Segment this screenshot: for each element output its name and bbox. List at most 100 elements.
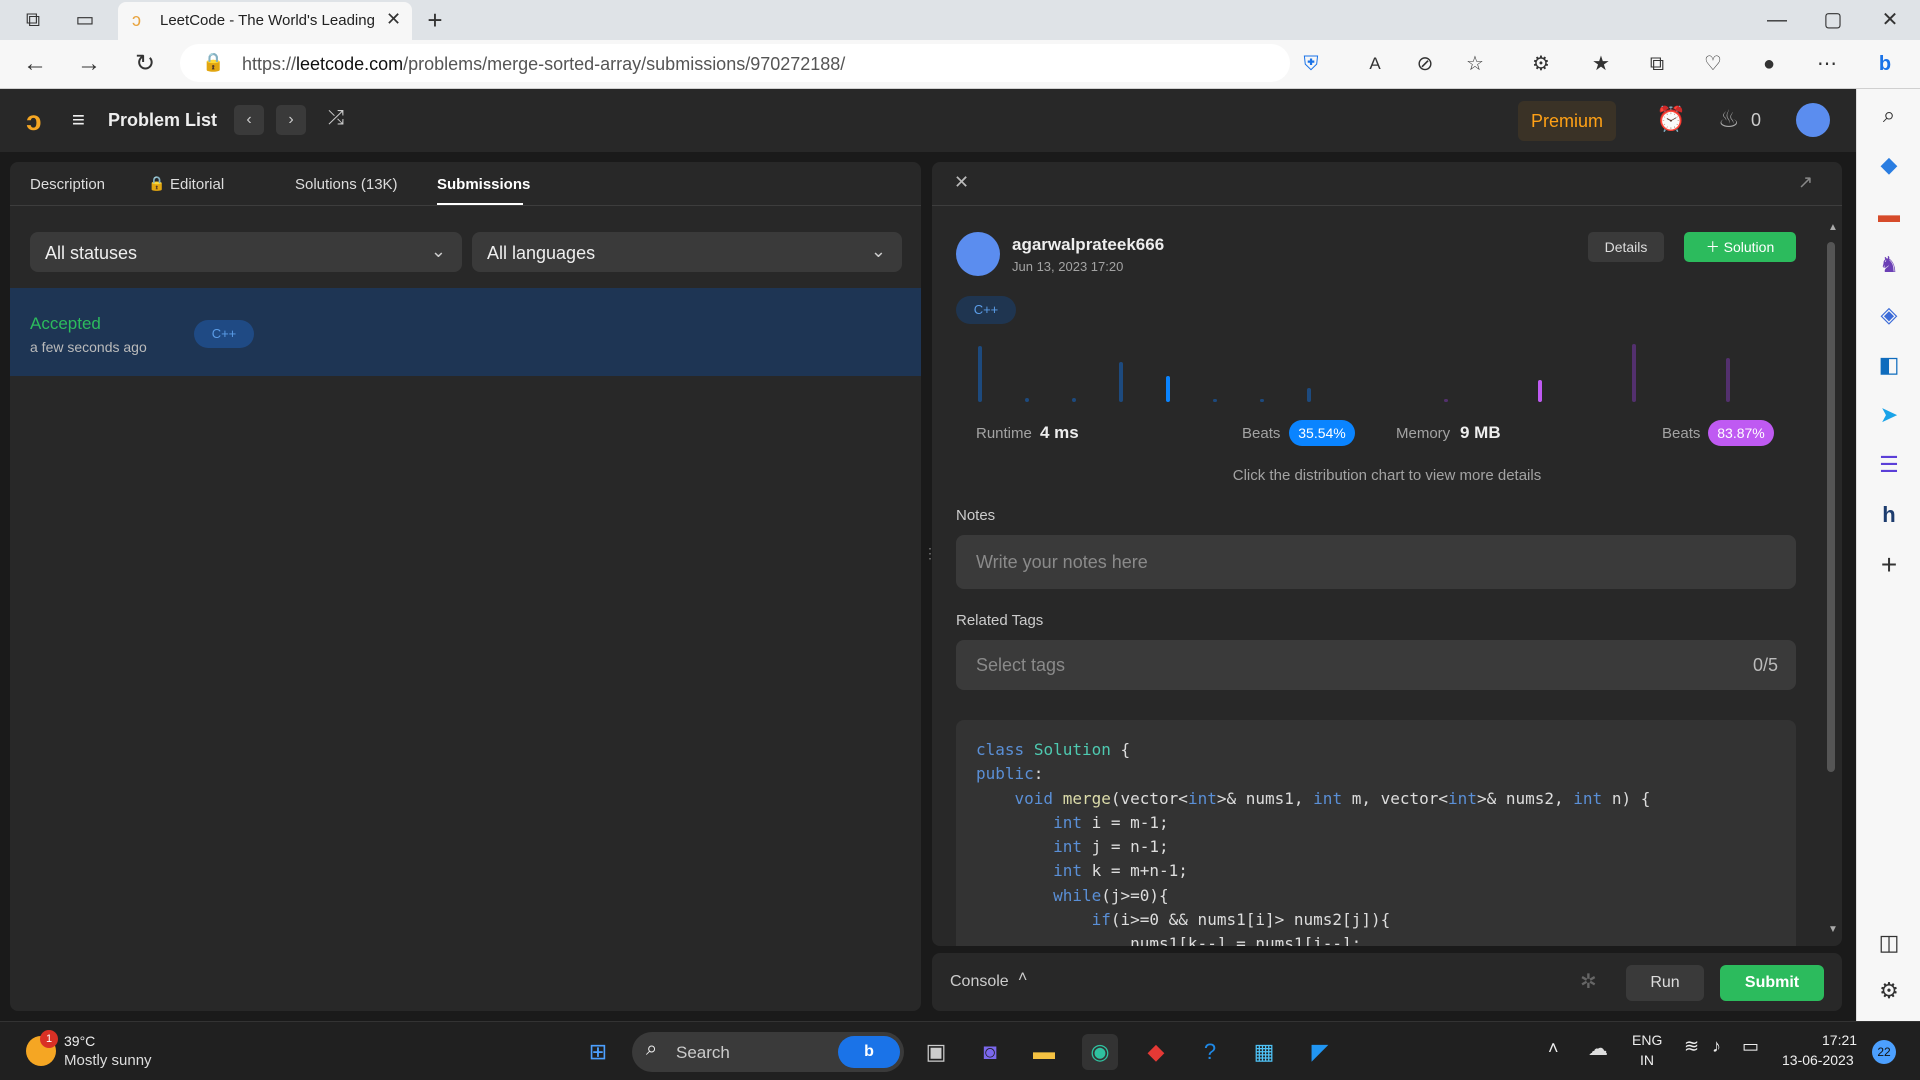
status-filter-dropdown[interactable]: All statuses ⌄ bbox=[30, 232, 462, 272]
minimize-icon[interactable]: — bbox=[1762, 5, 1792, 35]
read-aloud-icon[interactable]: A bbox=[1360, 49, 1390, 79]
extensions-icon[interactable]: ⚙ bbox=[1526, 49, 1556, 79]
submission-status[interactable]: Accepted bbox=[30, 314, 101, 334]
memory-value: 9 MB bbox=[1460, 423, 1501, 442]
scroll-down-icon[interactable]: ▼ bbox=[1828, 924, 1838, 935]
url-field[interactable]: 🔒 https://leetcode.com/problems/merge-so… bbox=[180, 44, 1290, 82]
windows-start-icon[interactable]: ⊞ bbox=[580, 1034, 616, 1070]
extension-block-icon[interactable]: ⊘ bbox=[1410, 49, 1440, 79]
scrollbar-thumb[interactable] bbox=[1827, 242, 1835, 772]
back-icon[interactable]: ← bbox=[20, 49, 50, 79]
language-top[interactable]: ENG bbox=[1632, 1032, 1662, 1048]
battery-icon[interactable]: ▭ bbox=[1742, 1036, 1759, 1057]
weather-desc[interactable]: Mostly sunny bbox=[64, 1052, 152, 1069]
clock-date[interactable]: 13-06-2023 bbox=[1782, 1052, 1854, 1068]
active-browser-tab[interactable]: ↄ LeetCode - The World's Leading ✕ bbox=[118, 2, 412, 40]
profile-icon[interactable]: ● bbox=[1754, 49, 1784, 79]
tags-select[interactable]: Select tags 0/5 bbox=[956, 640, 1796, 690]
alarm-clock-icon[interactable]: ⏰ bbox=[1656, 105, 1686, 134]
wifi-icon[interactable]: ≋ bbox=[1684, 1036, 1699, 1057]
open-external-icon[interactable]: ↗ bbox=[1798, 172, 1813, 193]
streak-fire-icon[interactable]: ♨ bbox=[1718, 105, 1740, 134]
help-icon[interactable]: ? bbox=[1192, 1034, 1228, 1070]
runtime-label: Runtime bbox=[976, 425, 1032, 442]
scrollbar[interactable]: ▲ ▼ bbox=[1826, 212, 1838, 942]
tab-description[interactable]: Description bbox=[30, 176, 105, 193]
send-icon[interactable]: ➤ bbox=[1871, 397, 1907, 433]
code-block[interactable]: class Solution { public: void merge(vect… bbox=[956, 720, 1796, 946]
tab-actions-icon[interactable]: ▭ bbox=[70, 5, 100, 35]
browser-essentials-icon[interactable]: ♡ bbox=[1698, 49, 1728, 79]
shuffle-icon[interactable]: ⤮ bbox=[328, 107, 344, 130]
tab-solutions[interactable]: Solutions (13K) bbox=[295, 176, 398, 193]
language-filter-dropdown[interactable]: All languages ⌄ bbox=[472, 232, 902, 272]
prev-problem-button[interactable]: ‹ bbox=[234, 105, 264, 135]
bing-icon[interactable]: b bbox=[838, 1036, 900, 1068]
problem-list-link[interactable]: Problem List bbox=[108, 110, 217, 131]
chevron-up-icon[interactable]: ˄ bbox=[1548, 1038, 1559, 1059]
lock-icon: 🔒 bbox=[148, 175, 166, 191]
clock-time[interactable]: 17:21 bbox=[1822, 1032, 1857, 1048]
task-view-icon[interactable]: ▣ bbox=[918, 1034, 954, 1070]
user-avatar[interactable] bbox=[956, 232, 1000, 276]
details-button[interactable]: Details bbox=[1588, 232, 1664, 262]
premium-button[interactable]: Premium bbox=[1518, 101, 1616, 141]
office-icon[interactable]: ◈ bbox=[1871, 297, 1907, 333]
games-icon[interactable]: ♞ bbox=[1871, 247, 1907, 283]
onedrive-cloud-icon[interactable]: ☁ bbox=[1588, 1036, 1608, 1061]
chevron-up-icon[interactable]: ˄ bbox=[1018, 969, 1027, 987]
console-toggle[interactable]: Console bbox=[950, 973, 1009, 991]
vscode-icon[interactable]: ◤ bbox=[1302, 1034, 1338, 1070]
notes-input[interactable]: Write your notes here bbox=[956, 535, 1796, 589]
bing-copilot-icon[interactable]: b bbox=[1870, 49, 1900, 79]
notification-badge[interactable]: 22 bbox=[1872, 1040, 1896, 1064]
add-sidebar-app-icon[interactable]: + bbox=[1871, 547, 1907, 583]
edge-browser-icon[interactable]: ◉ bbox=[1082, 1034, 1118, 1070]
runtime-distribution-chart[interactable] bbox=[968, 344, 1348, 402]
tools-icon[interactable]: ▬ bbox=[1871, 197, 1907, 233]
debug-icon[interactable]: ✲ bbox=[1580, 969, 1597, 994]
weather-temp[interactable]: 39°C bbox=[64, 1033, 95, 1049]
h-app-icon[interactable]: h bbox=[1871, 497, 1907, 533]
next-problem-button[interactable]: › bbox=[276, 105, 306, 135]
language-bottom[interactable]: IN bbox=[1640, 1052, 1654, 1068]
tab-submissions[interactable]: Submissions bbox=[437, 176, 530, 193]
close-tab-icon[interactable]: ✕ bbox=[386, 9, 401, 30]
settings-gear-icon[interactable]: ⚙ bbox=[1871, 973, 1907, 1009]
submission-row[interactable]: Accepted a few seconds ago C++ bbox=[10, 288, 921, 376]
list-app-icon[interactable]: ☰ bbox=[1871, 447, 1907, 483]
sidebar-toggle-icon[interactable]: ◫ bbox=[1871, 925, 1907, 961]
run-button[interactable]: Run bbox=[1626, 965, 1704, 1001]
submission-username[interactable]: agarwalprateek666 bbox=[1012, 235, 1164, 255]
avatar[interactable] bbox=[1796, 103, 1830, 137]
store-icon[interactable]: ▦ bbox=[1246, 1034, 1282, 1070]
collections-icon[interactable]: ⧉ bbox=[1642, 49, 1672, 79]
scroll-up-icon[interactable]: ▲ bbox=[1828, 222, 1838, 233]
file-explorer-icon[interactable]: ▬ bbox=[1026, 1034, 1062, 1070]
close-window-icon[interactable]: ✕ bbox=[1875, 5, 1905, 35]
detail-topbar: ✕ ↗ bbox=[932, 162, 1842, 206]
outlook-icon[interactable]: ◧ bbox=[1871, 347, 1907, 383]
favorite-star-icon[interactable]: ☆ bbox=[1460, 49, 1490, 79]
leetcode-logo-icon[interactable]: ↄ bbox=[26, 105, 42, 137]
taskbar-search[interactable]: ⌕ Search b bbox=[632, 1032, 904, 1072]
shopping-icon[interactable]: ◆ bbox=[1871, 147, 1907, 183]
new-tab-icon[interactable]: + bbox=[420, 5, 450, 35]
memory-distribution-chart[interactable] bbox=[1432, 344, 1812, 402]
tracking-prevention-icon[interactable]: ⛨ bbox=[1296, 49, 1326, 79]
workspaces-icon[interactable]: ⧉ bbox=[18, 5, 48, 35]
favorites-icon[interactable]: ★ bbox=[1586, 49, 1616, 79]
submit-button[interactable]: Submit bbox=[1720, 965, 1824, 1001]
app-diamond-icon[interactable]: ◆ bbox=[1138, 1034, 1174, 1070]
list-menu-icon[interactable]: ≡ bbox=[72, 107, 85, 133]
maximize-icon[interactable]: ▢ bbox=[1818, 5, 1848, 35]
close-icon[interactable]: ✕ bbox=[954, 172, 969, 193]
more-menu-icon[interactable]: ⋯ bbox=[1812, 49, 1842, 79]
forward-icon[interactable]: → bbox=[74, 49, 104, 79]
solution-button[interactable]: ＋ Solution bbox=[1684, 232, 1796, 262]
tab-editorial[interactable]: Editorial bbox=[170, 176, 224, 193]
volume-icon[interactable]: ♪ bbox=[1712, 1036, 1721, 1057]
teams-chat-icon[interactable]: ◙ bbox=[972, 1034, 1008, 1070]
search-icon[interactable]: ⌕ bbox=[1871, 97, 1907, 133]
refresh-icon[interactable]: ↻ bbox=[130, 49, 160, 79]
